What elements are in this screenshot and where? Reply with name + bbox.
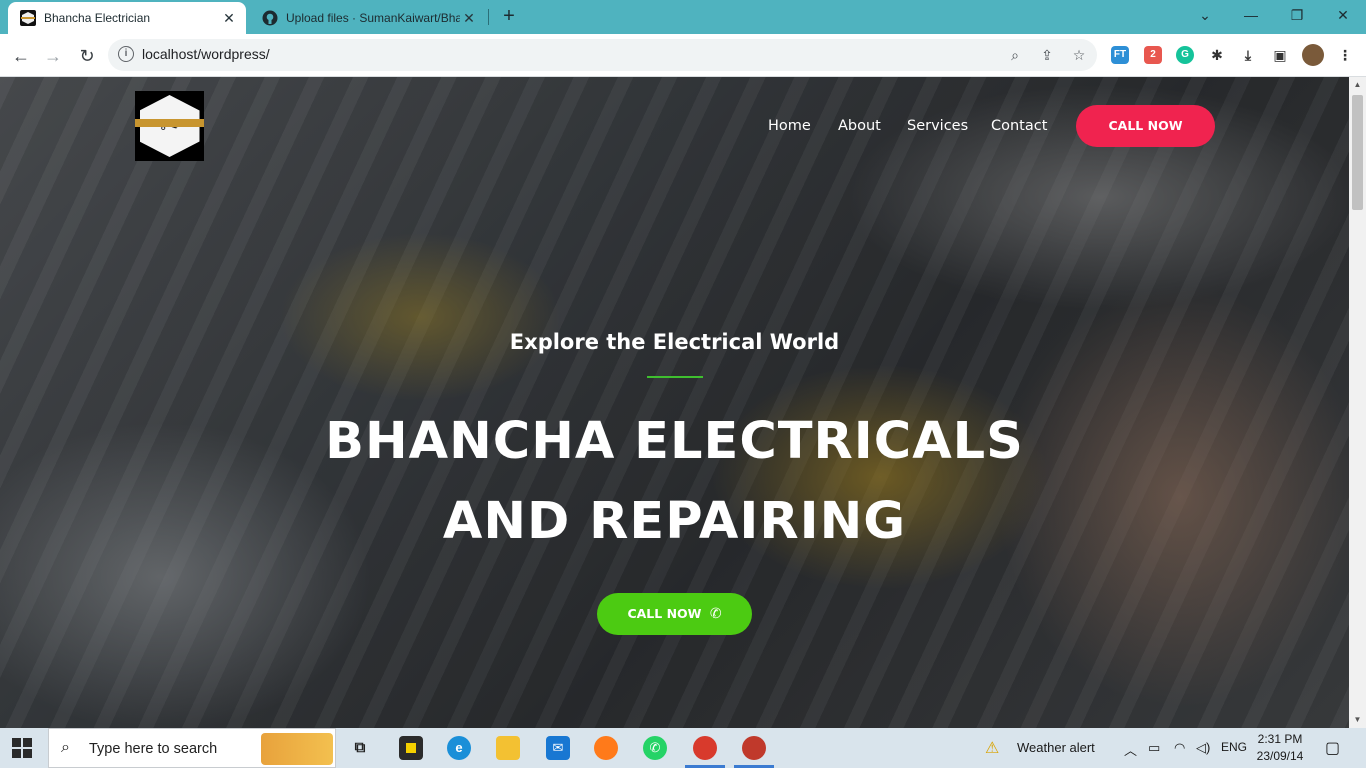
taskbar-search-box[interactable]: ⌕ Type here to search xyxy=(48,728,336,768)
nav-about[interactable]: About xyxy=(838,118,881,134)
side-panel-icon[interactable]: ▣ xyxy=(1271,46,1289,64)
extensions-puzzle-icon[interactable]: ✱ xyxy=(1208,46,1226,64)
clock-time: 2:31 PM xyxy=(1257,732,1303,746)
menu-kebab-icon[interactable]: ⋮ xyxy=(1336,46,1354,64)
volume-icon[interactable]: ◁) xyxy=(1196,740,1210,756)
scroll-up-icon[interactable]: ▲ xyxy=(1349,77,1366,93)
language-indicator[interactable]: ENG xyxy=(1221,740,1247,754)
forward-button[interactable]: → xyxy=(40,43,66,69)
site-logo[interactable]: ✂ xyxy=(135,91,204,161)
new-tab-button[interactable]: + xyxy=(498,5,520,27)
weather-alert-text[interactable]: Weather alert xyxy=(1017,740,1095,755)
scrollbar-thumb[interactable] xyxy=(1352,95,1363,210)
firefox-icon[interactable] xyxy=(594,736,618,760)
nav-home[interactable]: Home xyxy=(768,118,811,134)
profile-avatar[interactable] xyxy=(1302,44,1324,66)
minimize-button[interactable]: — xyxy=(1228,0,1274,30)
scroll-down-icon[interactable]: ▼ xyxy=(1349,712,1366,728)
weather-alert-icon[interactable]: ⚠ xyxy=(985,738,999,758)
hero-section: ✂ Home About Services Contact CALL NOW E… xyxy=(0,77,1349,728)
close-tab-icon[interactable]: ✕ xyxy=(460,10,478,27)
chrome-icon[interactable] xyxy=(693,736,717,760)
tab-bhancha-electrician[interactable]: Bhancha Electrician ✕ xyxy=(8,2,246,34)
windows-taskbar: ⌕ Type here to search ⧉ e ✉ ✆ ⚠ Weather … xyxy=(0,728,1366,768)
chrome-profile-icon[interactable] xyxy=(742,736,766,760)
share-icon[interactable]: ⇪ xyxy=(1038,46,1056,64)
call-now-header-button[interactable]: CALL NOW xyxy=(1076,105,1215,147)
windows-start-icon[interactable] xyxy=(12,738,32,758)
tab-github-upload[interactable]: Upload files · SumanKaiwart/Bhan ✕ xyxy=(250,2,486,34)
search-icon: ⌕ xyxy=(61,739,70,756)
github-icon xyxy=(262,10,278,26)
back-button[interactable]: ← xyxy=(8,43,34,69)
browser-tabstrip: Bhancha Electrician ✕ Upload files · Sum… xyxy=(0,0,1366,34)
site-info-icon[interactable]: i xyxy=(118,46,134,62)
reload-button[interactable]: ↻ xyxy=(74,43,100,69)
restore-button[interactable]: ❐ xyxy=(1274,0,1320,30)
task-view-icon[interactable]: ⧉ xyxy=(348,736,372,760)
close-window-button[interactable]: ✕ xyxy=(1320,0,1366,30)
browser-toolbar: ← → ↻ i localhost/wordpress/ ⌕ ⇪ ☆ FT 2 … xyxy=(0,34,1366,77)
whatsapp-icon[interactable]: ✆ xyxy=(643,736,667,760)
grammarly-icon[interactable]: G xyxy=(1176,46,1194,64)
call-now-hero-button[interactable]: CALL NOW ✆ xyxy=(597,593,752,635)
battery-icon[interactable]: ▭ xyxy=(1148,740,1160,756)
system-clock[interactable]: 2:31 PM 23/09/14 xyxy=(1254,731,1306,765)
search-placeholder: Type here to search xyxy=(89,741,218,757)
extension-badge-icon[interactable]: 2 xyxy=(1144,46,1162,64)
hero-headline-line1: BHANCHA ELECTRICALS xyxy=(325,412,1024,471)
url-text[interactable]: localhost/wordpress/ xyxy=(142,46,270,62)
notifications-icon[interactable]: ▢ xyxy=(1325,738,1340,758)
tab-search-chevron-icon[interactable]: ⌄ xyxy=(1182,0,1228,30)
tab-separator xyxy=(488,9,489,25)
search-highlight-image xyxy=(261,733,333,765)
address-bar[interactable]: i localhost/wordpress/ ⌕ ⇪ ☆ xyxy=(108,39,1097,71)
extension-badge-count: 2 xyxy=(1150,49,1156,60)
hero-tagline: Explore the Electrical World xyxy=(509,330,840,354)
show-hidden-icons-icon[interactable]: ︿ xyxy=(1124,740,1137,759)
file-explorer-icon[interactable] xyxy=(496,736,520,760)
bookmark-star-icon[interactable]: ☆ xyxy=(1070,46,1088,64)
hero-headline: BHANCHA ELECTRICALS AND REPAIRING xyxy=(0,402,1349,562)
extension-translate-icon[interactable]: FT xyxy=(1111,46,1129,64)
logo-banner xyxy=(135,119,204,127)
phone-icon: ✆ xyxy=(709,606,722,622)
tab-title: Upload files · SumanKaiwart/Bhan xyxy=(286,11,460,25)
hero-headline-line2: AND REPAIRING xyxy=(442,492,907,551)
tab-title: Bhancha Electrician xyxy=(44,11,151,25)
hero-divider xyxy=(647,376,703,378)
zoom-icon[interactable]: ⌕ xyxy=(1006,46,1024,64)
download-icon[interactable]: ⤓ xyxy=(1239,46,1257,64)
clock-date: 23/09/14 xyxy=(1256,749,1304,763)
edge-browser-icon[interactable]: e xyxy=(447,736,471,760)
site-logo-icon xyxy=(20,10,36,26)
nav-services[interactable]: Services xyxy=(907,118,968,134)
wifi-icon[interactable]: ◠ xyxy=(1174,740,1185,756)
page-scrollbar[interactable]: ▲ ▼ xyxy=(1349,77,1366,728)
sticky-notes-icon[interactable] xyxy=(399,736,423,760)
mail-icon[interactable]: ✉ xyxy=(546,736,570,760)
close-tab-icon[interactable]: ✕ xyxy=(220,10,238,27)
call-now-hero-label: CALL NOW xyxy=(627,606,702,621)
nav-contact[interactable]: Contact xyxy=(991,118,1047,134)
